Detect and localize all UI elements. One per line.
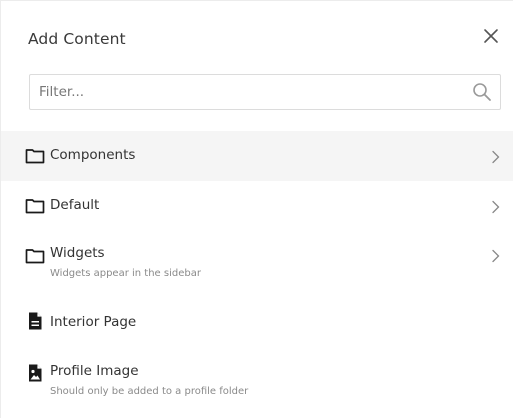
item-label: Profile Image [50,363,139,379]
page-icon [29,312,42,330]
chevron-right-icon[interactable] [491,200,501,214]
folder-icon [25,149,45,164]
folder-icon [25,199,45,214]
close-button[interactable] [482,27,500,45]
list-item-interior-page[interactable]: Interior Page [1,291,513,343]
list-item-profile-image[interactable]: Profile Image Should only be added to a … [1,343,513,411]
search-icon[interactable] [472,82,492,102]
list-item-components[interactable]: Components [1,131,513,181]
image-file-icon [29,364,42,382]
item-label: Components [50,147,136,163]
list-item-default[interactable]: Default [1,181,513,231]
panel-header: Add Content [1,1,513,65]
item-label: Default [50,197,100,213]
chevron-right-icon[interactable] [491,150,501,164]
item-label: Interior Page [50,314,137,330]
close-icon [484,29,498,43]
panel-title: Add Content [28,30,126,48]
item-description: Should only be added to a profile folder [50,386,249,397]
chevron-right-icon[interactable] [491,249,501,263]
filter-input[interactable] [30,75,460,109]
item-label: Widgets [50,245,105,261]
list-item-widgets[interactable]: Widgets Widgets appear in the sidebar [1,231,513,291]
folder-icon [25,249,45,264]
filter-field [29,74,501,110]
item-description: Widgets appear in the sidebar [50,268,201,279]
add-content-panel: Add Content Components [0,0,513,418]
